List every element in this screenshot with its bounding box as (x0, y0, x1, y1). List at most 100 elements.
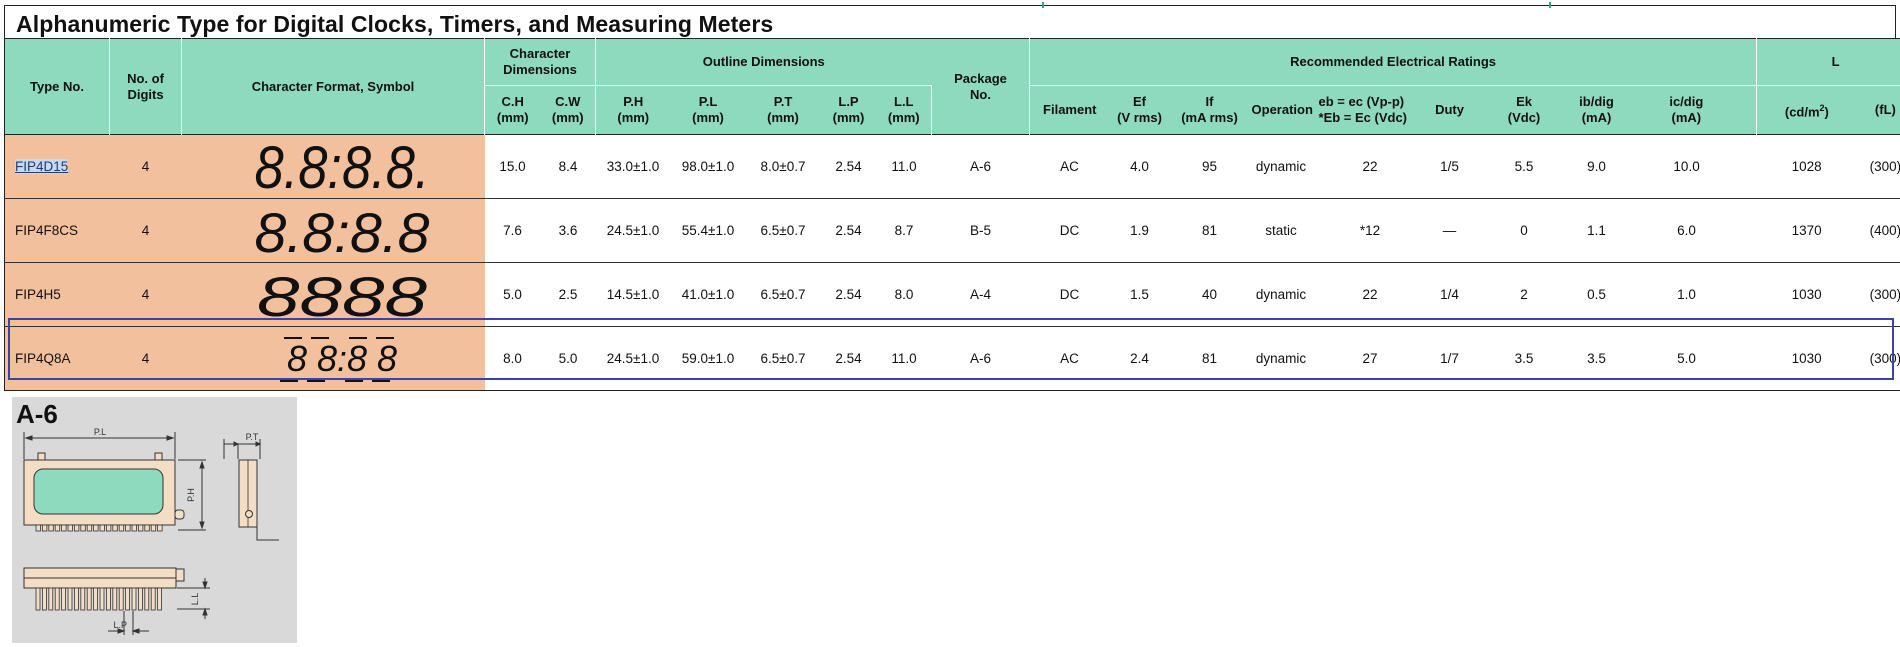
pin (106, 524, 112, 532)
cell-eb: *12 (1312, 198, 1428, 263)
cell-fl: (300) (1856, 134, 1900, 199)
cell-type-no[interactable]: FIP4Q8A (4, 326, 110, 391)
cell-ek: 5.5 (1471, 134, 1577, 199)
header-filament: Filament (1029, 85, 1110, 135)
cell-ic: 6.0 (1616, 198, 1757, 263)
cell-cw: 5.0 (540, 326, 596, 391)
cell-ll: 8.7 (876, 198, 932, 263)
header-ph: P.H (mm) (595, 85, 671, 135)
segment-display-text: 8888 (257, 265, 427, 323)
cell-type-no[interactable]: FIP4H5 (4, 262, 110, 327)
pin-lead (138, 587, 143, 611)
pin (150, 524, 157, 532)
pin-lead (80, 587, 86, 611)
pin (74, 524, 80, 532)
pin (131, 524, 137, 532)
dim-lp-label: L.P (113, 620, 127, 630)
segment-display-text: 8.8:8.8 (254, 201, 429, 259)
header-ef: Ef (V rms) (1109, 85, 1170, 135)
cell-ef: 4.0 (1109, 134, 1170, 199)
title-accent-left (1042, 2, 1044, 8)
pin (41, 524, 48, 532)
pin-lead (131, 587, 137, 611)
header-pt: P.T (mm) (745, 85, 821, 135)
cell-pt: 6.5±0.7 (745, 262, 821, 327)
pin (48, 524, 54, 532)
cell-ch: 15.0 (484, 134, 541, 199)
cell-fl: (300) (1856, 262, 1900, 327)
header-ll: L.L (mm) (876, 85, 933, 135)
type-no-text: FIP4F8CS (15, 223, 79, 238)
pin-lead (106, 587, 111, 611)
cell-filament: AC (1029, 134, 1110, 199)
cell-pkg: A-6 (931, 134, 1030, 199)
cell-ll: 11.0 (876, 134, 932, 199)
pin (144, 524, 150, 532)
cell-ek: 0 (1471, 198, 1577, 263)
cell-ll: 11.0 (876, 326, 932, 391)
cell-eb: 27 (1312, 326, 1428, 391)
pin-lead (144, 587, 150, 611)
cell-pl: 59.0±1.0 (670, 326, 746, 391)
cell-ic: 10.0 (1616, 134, 1757, 199)
type-no-text: FIP4Q8A (15, 351, 71, 366)
symbol-column-tail (9, 383, 484, 386)
pin (118, 524, 125, 532)
title-accent-right (1549, 2, 1551, 8)
cell-type-no[interactable]: FIP4D15 (4, 134, 110, 199)
cell-filament: AC (1029, 326, 1110, 391)
header-no-of-digits: No. of Digits (109, 38, 182, 135)
table-body: FIP4D15 4 8.8:8.8. 15.0 8.4 33.0±1.0 98.0±1.0 8… (4, 134, 1900, 391)
cell-fl: (400) (1856, 198, 1900, 263)
cell-ek: 3.5 (1471, 326, 1577, 391)
cell-type-no[interactable]: FIP4F8CS (4, 198, 110, 263)
cell-pt: 8.0±0.7 (745, 134, 821, 199)
header-recommended-ratings: Recommended Electrical Ratings (1029, 38, 1758, 86)
pin-lead (41, 587, 47, 611)
cell-ch: 7.6 (484, 198, 541, 263)
pin (138, 524, 144, 532)
cell-ic: 1.0 (1616, 262, 1757, 327)
header-cw: C.W (mm) (540, 85, 596, 135)
pin-lead (118, 587, 124, 611)
segment-display: 8888 (257, 265, 427, 328)
cell-character-symbol: 8 8:8 8 (181, 326, 485, 391)
cell-character-symbol: 8888 (181, 262, 485, 328)
pin-lead (86, 587, 92, 611)
cell-cw: 2.5 (540, 262, 596, 327)
cell-ph: 33.0±1.0 (595, 134, 671, 199)
cell-cd: 1030 (1756, 262, 1857, 327)
pin (86, 524, 93, 532)
cell-ph: 24.5±1.0 (595, 326, 671, 391)
pin (67, 524, 73, 532)
cell-eb: 22 (1312, 262, 1428, 327)
segment-display: 8 8:8 8 (279, 337, 397, 382)
cell-pl: 55.4±1.0 (670, 198, 746, 263)
spec-table: Type No. No. of Digits Character Format, … (4, 38, 1900, 391)
header-duty: Duty (1427, 85, 1472, 135)
cell-pl: 41.0±1.0 (670, 262, 746, 327)
cell-ic: 5.0 (1616, 326, 1757, 391)
cell-duty: 1/4 (1427, 262, 1472, 327)
cell-filament: DC (1029, 262, 1110, 327)
pin-lead (61, 587, 66, 611)
cell-pkg: A-4 (931, 262, 1030, 327)
table-row: FIP4D15 4 8.8:8.8. 15.0 8.4 33.0±1.0 98.0±1.0 8… (4, 134, 1900, 201)
cell-ll: 8.0 (876, 262, 932, 327)
dim-pl-label: P.L (94, 427, 106, 437)
table-row: FIP4H5 4 8888 5.0 2.5 14.5±1.0 41.0±1.0 6.5±0.7… (4, 262, 1900, 328)
cell-pl: 98.0±1.0 (670, 134, 746, 199)
cell-if: 81 (1169, 198, 1250, 263)
dim-ll-label: L.L (190, 593, 200, 606)
cell-fl: (300) (1856, 326, 1900, 391)
pin-lead (93, 587, 98, 611)
pin-lead (99, 587, 105, 611)
cell-lp: 2.54 (820, 198, 877, 263)
header-pl: P.L (mm) (670, 85, 746, 135)
pin (112, 524, 118, 532)
header-ek: Ek (Vdc) (1471, 85, 1577, 135)
cell-ib: 1.1 (1576, 198, 1617, 263)
table-row: FIP4F8CS 4 8.8:8.8 7.6 3.6 24.5±1.0 55.4±1.0 6.… (4, 198, 1900, 264)
type-no-text: FIP4H5 (15, 287, 61, 302)
package-outline-drawing: P.L P.H P.T L.L L.P (23, 427, 279, 635)
